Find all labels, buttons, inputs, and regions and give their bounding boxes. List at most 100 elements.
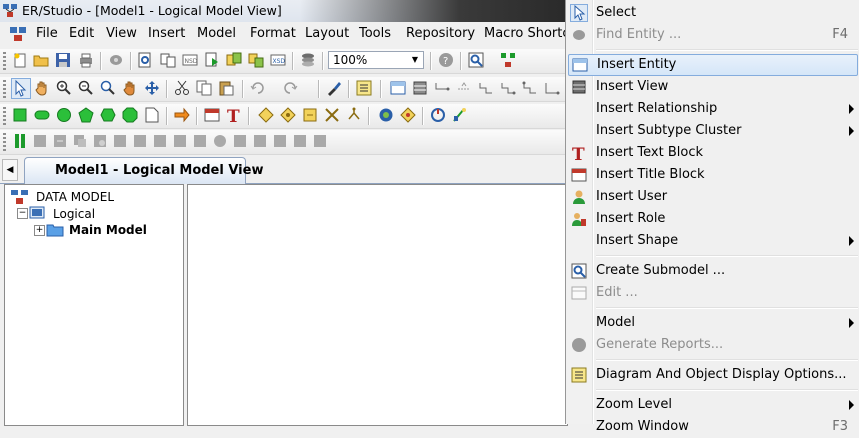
menu-item-insert-role[interactable]: Insert Role bbox=[568, 208, 858, 230]
subtype-relationship-icon[interactable] bbox=[522, 80, 538, 96]
menu-item-insert-subtype-cluster[interactable]: Insert Subtype Cluster bbox=[568, 120, 858, 142]
pentagon-shape-icon[interactable] bbox=[78, 107, 94, 123]
pointer-arrow-icon[interactable] bbox=[11, 78, 31, 99]
stack-icon[interactable] bbox=[300, 52, 316, 68]
align-left-icon[interactable] bbox=[258, 107, 274, 123]
pan-hand-icon[interactable] bbox=[122, 80, 138, 96]
arrow-shape-icon[interactable] bbox=[174, 107, 190, 123]
text-block-icon[interactable]: T bbox=[226, 107, 242, 123]
menu-item-label: Edit ... bbox=[596, 285, 638, 300]
tab-scroll-left-icon[interactable]: ◀ bbox=[2, 159, 18, 181]
ellipse-shape-icon[interactable] bbox=[56, 107, 72, 123]
move-icon[interactable] bbox=[144, 80, 160, 96]
toolbar-grip[interactable] bbox=[3, 80, 6, 98]
xsd-icon[interactable]: XSD bbox=[270, 52, 286, 68]
menu-insert[interactable]: Insert bbox=[148, 26, 185, 41]
menu-model[interactable]: Model bbox=[197, 26, 236, 41]
toolbar-grip[interactable] bbox=[3, 52, 6, 70]
expand-toggle[interactable]: + bbox=[34, 225, 45, 236]
menu-edit[interactable]: Edit bbox=[69, 26, 94, 41]
orthogonal-layout-icon[interactable] bbox=[400, 107, 416, 123]
menu-repository[interactable]: Repository bbox=[406, 26, 475, 41]
print-icon[interactable] bbox=[78, 52, 94, 68]
entity-icon[interactable] bbox=[390, 80, 406, 96]
menu-format[interactable]: Format bbox=[250, 26, 296, 41]
open-folder-icon[interactable] bbox=[33, 52, 49, 68]
menu-item-create-submodel[interactable]: Create Submodel ... bbox=[568, 260, 858, 282]
compare-icon[interactable] bbox=[160, 52, 176, 68]
toolbar-grip[interactable] bbox=[3, 107, 6, 125]
octagon-shape-icon[interactable] bbox=[122, 107, 138, 123]
menu-item-insert-shape[interactable]: Insert Shape bbox=[568, 230, 858, 252]
collapse-toggle[interactable]: − bbox=[17, 208, 28, 219]
menu-item-insert-view[interactable]: Insert View bbox=[568, 76, 858, 98]
menu-view[interactable]: View bbox=[106, 26, 137, 41]
tree-layout-icon[interactable] bbox=[346, 107, 362, 123]
menu-item-insert-text-block[interactable]: T Insert Text Block bbox=[568, 142, 858, 164]
chevron-down-icon[interactable]: ▼ bbox=[408, 53, 422, 67]
hexagon-shape-icon[interactable] bbox=[100, 107, 116, 123]
menu-item-model[interactable]: Model bbox=[568, 312, 858, 334]
title-block-icon[interactable] bbox=[204, 107, 220, 123]
menu-item-zoom-window[interactable]: Zoom Window F3 bbox=[568, 416, 858, 438]
nsd-icon[interactable]: NSD bbox=[182, 52, 198, 68]
one-to-one-relationship-icon[interactable] bbox=[478, 80, 494, 96]
model-wizard-icon[interactable] bbox=[452, 107, 468, 123]
hand-pan-icon[interactable] bbox=[34, 80, 50, 96]
save-icon[interactable] bbox=[55, 52, 71, 68]
circular-layout-icon[interactable] bbox=[378, 107, 394, 123]
generate-database-icon[interactable] bbox=[204, 52, 220, 68]
menu-macro-shortcuts[interactable]: Macro Shortc bbox=[484, 26, 570, 41]
tree-node-data-model[interactable]: DATA MODEL bbox=[36, 190, 114, 204]
menu-item-display-options[interactable]: Diagram And Object Display Options... bbox=[568, 364, 858, 386]
view-icon[interactable] bbox=[412, 80, 428, 96]
new-file-icon[interactable] bbox=[12, 52, 28, 68]
copy-icon[interactable] bbox=[196, 80, 212, 96]
document-icon[interactable] bbox=[10, 27, 26, 41]
rounded-rectangle-shape-icon[interactable] bbox=[34, 107, 50, 123]
validate-model-icon[interactable] bbox=[430, 107, 446, 123]
redo-icon[interactable] bbox=[282, 80, 298, 96]
reverse-engineer-icon[interactable] bbox=[226, 52, 242, 68]
menu-file[interactable]: File bbox=[36, 26, 58, 41]
align-right-icon[interactable] bbox=[302, 107, 318, 123]
display-options-icon[interactable] bbox=[356, 80, 372, 96]
format-painter-icon[interactable] bbox=[326, 80, 342, 96]
zoom-fit-icon[interactable] bbox=[100, 80, 116, 96]
zoom-level-combo[interactable]: 100% ▼ bbox=[328, 51, 424, 69]
zoom-out-icon[interactable] bbox=[78, 80, 94, 96]
cut-icon[interactable] bbox=[174, 80, 190, 96]
undo-icon[interactable] bbox=[250, 80, 266, 96]
recursive-relationship-icon[interactable] bbox=[544, 80, 560, 96]
database-wizard-icon[interactable] bbox=[108, 52, 124, 68]
zoom-in-icon[interactable] bbox=[56, 80, 72, 96]
non-specific-relationship-icon[interactable] bbox=[500, 80, 516, 96]
menu-layout[interactable]: Layout bbox=[305, 26, 349, 41]
rectangle-shape-icon[interactable] bbox=[12, 107, 28, 123]
relationship-icon[interactable] bbox=[434, 80, 450, 96]
zoom-window-icon[interactable] bbox=[468, 52, 484, 68]
tree-node-logical[interactable]: Logical bbox=[53, 207, 95, 221]
distribute-icon[interactable] bbox=[324, 107, 340, 123]
paste-icon[interactable] bbox=[218, 80, 234, 96]
tree-node-main-model[interactable]: Main Model bbox=[69, 223, 147, 237]
menu-item-insert-entity[interactable]: Insert Entity bbox=[568, 54, 858, 76]
non-identifying-relationship-icon[interactable] bbox=[456, 80, 472, 96]
menu-item-select[interactable]: Select bbox=[568, 2, 858, 24]
toolbar-grip[interactable] bbox=[3, 133, 6, 151]
align-center-icon[interactable] bbox=[280, 107, 296, 123]
note-shape-icon[interactable] bbox=[144, 107, 160, 123]
menu-item-insert-relationship[interactable]: Insert Relationship bbox=[568, 98, 858, 120]
tab-model1-logical[interactable]: Model1 - Logical Model View bbox=[24, 157, 263, 184]
layout-diagram-icon[interactable] bbox=[500, 52, 516, 68]
merge-icon[interactable] bbox=[248, 52, 264, 68]
diagram-canvas[interactable] bbox=[187, 184, 568, 426]
menu-item-zoom-level[interactable]: Zoom Level bbox=[568, 394, 858, 416]
help-icon[interactable]: ? bbox=[438, 52, 454, 68]
menu-item-insert-title-block[interactable]: Insert Title Block bbox=[568, 164, 858, 186]
repository-icon[interactable] bbox=[12, 133, 28, 149]
redo-check-in-icon bbox=[134, 135, 146, 147]
print-preview-icon[interactable] bbox=[137, 52, 153, 68]
menu-item-insert-user[interactable]: Insert User bbox=[568, 186, 858, 208]
menu-tools[interactable]: Tools bbox=[359, 26, 391, 41]
